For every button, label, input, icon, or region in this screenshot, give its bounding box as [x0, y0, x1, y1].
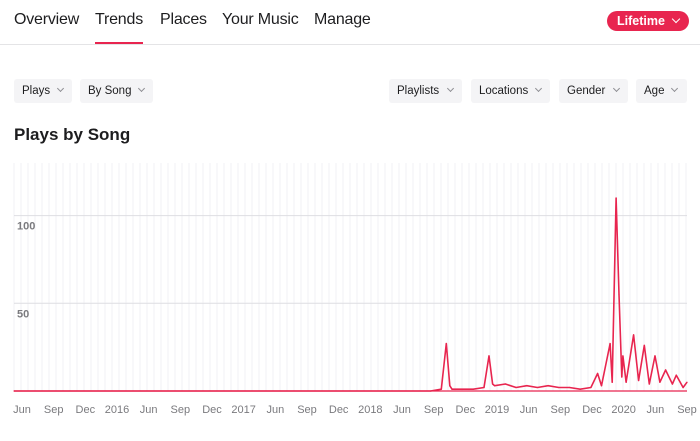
locations-filter[interactable]: Locations: [471, 79, 550, 103]
data-point: [472, 388, 474, 390]
data-point: [597, 372, 599, 375]
x-tick-label: 2016: [105, 404, 129, 416]
x-tick-label: Sep: [171, 404, 191, 416]
data-point: [609, 343, 611, 345]
x-tick-label: Sep: [551, 404, 571, 416]
data-point: [445, 343, 447, 345]
x-tick-label: Jun: [13, 404, 31, 416]
x-tick-label: Dec: [202, 404, 222, 416]
grouping-dropdown[interactable]: By Song: [80, 79, 153, 103]
tab-places[interactable]: Places: [160, 11, 207, 29]
data-point: [547, 385, 549, 387]
data-point: [618, 293, 620, 296]
x-tick-label: Dec: [76, 404, 96, 416]
x-tick-label: 2020: [611, 404, 635, 416]
y-tick-label: 50: [17, 308, 29, 320]
data-point: [659, 381, 661, 383]
x-tick-label: 2019: [485, 404, 509, 416]
gender-filter-label: Gender: [567, 85, 606, 97]
data-point: [615, 197, 617, 199]
data-point: [13, 390, 15, 392]
data-point: [648, 383, 650, 385]
data-point: [488, 355, 490, 357]
data-point: [600, 385, 603, 387]
tab-trends[interactable]: Trends: [95, 11, 143, 44]
metric-dropdown-label: Plays: [22, 85, 51, 97]
data-point: [611, 381, 613, 383]
data-point: [515, 386, 517, 389]
top-nav: Overview Trends Places Your Music Manage…: [0, 0, 700, 45]
data-point: [621, 376, 623, 378]
chevron-down-icon: [56, 84, 65, 93]
chevron-down-icon: [446, 84, 455, 93]
x-tick-label: Jun: [520, 404, 538, 416]
data-point: [526, 385, 528, 387]
x-tick-label: Dec: [329, 404, 349, 416]
tab-overview[interactable]: Overview: [14, 11, 79, 29]
age-filter-label: Age: [644, 85, 665, 97]
x-tick-label: Sep: [297, 404, 317, 416]
data-point: [440, 388, 442, 390]
x-tick-label: 2017: [231, 404, 255, 416]
chevron-down-icon: [670, 84, 679, 93]
data-point: [686, 381, 688, 383]
data-point: [430, 390, 432, 392]
data-point: [622, 355, 624, 357]
data-point: [449, 385, 451, 387]
data-point: [637, 379, 640, 382]
data-point: [451, 388, 453, 390]
metric-dropdown[interactable]: Plays: [14, 79, 72, 103]
x-tick-label: Sep: [424, 404, 444, 416]
chevron-down-icon: [534, 84, 543, 93]
data-point: [665, 369, 667, 371]
data-point: [491, 383, 494, 385]
data-point: [590, 386, 592, 389]
data-point: [483, 386, 485, 389]
x-tick-label: Jun: [393, 404, 411, 416]
data-point: [558, 386, 560, 389]
playlists-filter[interactable]: Playlists: [389, 79, 462, 103]
x-tick-label: Sep: [677, 404, 697, 416]
data-point: [504, 383, 506, 385]
chart-title: Plays by Song: [14, 125, 131, 144]
data-point: [579, 388, 581, 390]
data-point: [654, 355, 656, 357]
data-point: [568, 386, 571, 389]
x-tick-label: Jun: [140, 404, 158, 416]
x-tick-label: Sep: [44, 404, 64, 416]
range-selector-label: Lifetime: [617, 14, 665, 28]
gender-filter[interactable]: Gender: [559, 79, 628, 103]
y-tick-label: 100: [17, 221, 35, 233]
data-point: [536, 386, 539, 389]
chevron-down-icon: [671, 14, 681, 24]
chevron-down-icon: [612, 84, 621, 93]
x-tick-label: Jun: [266, 404, 284, 416]
playlists-filter-label: Playlists: [397, 85, 440, 97]
data-point: [632, 334, 635, 336]
data-point: [643, 344, 645, 346]
data-point: [625, 381, 627, 383]
x-tick-label: Jun: [646, 404, 664, 416]
locations-filter-label: Locations: [479, 85, 529, 97]
data-point: [675, 374, 677, 376]
x-tick-label: 2018: [358, 404, 382, 416]
x-tick-label: Dec: [456, 404, 476, 416]
data-point: [494, 385, 496, 387]
x-tick-label: Dec: [582, 404, 602, 416]
data-point: [462, 388, 464, 390]
tab-your-music[interactable]: Your Music: [222, 11, 299, 29]
age-filter[interactable]: Age: [636, 79, 687, 103]
range-selector-button[interactable]: Lifetime: [607, 11, 689, 31]
grouping-dropdown-label: By Song: [88, 85, 132, 97]
tab-manage[interactable]: Manage: [314, 11, 371, 29]
chevron-down-icon: [137, 84, 146, 93]
plays-chart: 50 100 Jun Sep Dec 2016 Jun Sep Dec 2017 Jun Sep Dec…: [13, 163, 697, 416]
data-point: [682, 386, 684, 389]
data-point: [671, 383, 674, 385]
